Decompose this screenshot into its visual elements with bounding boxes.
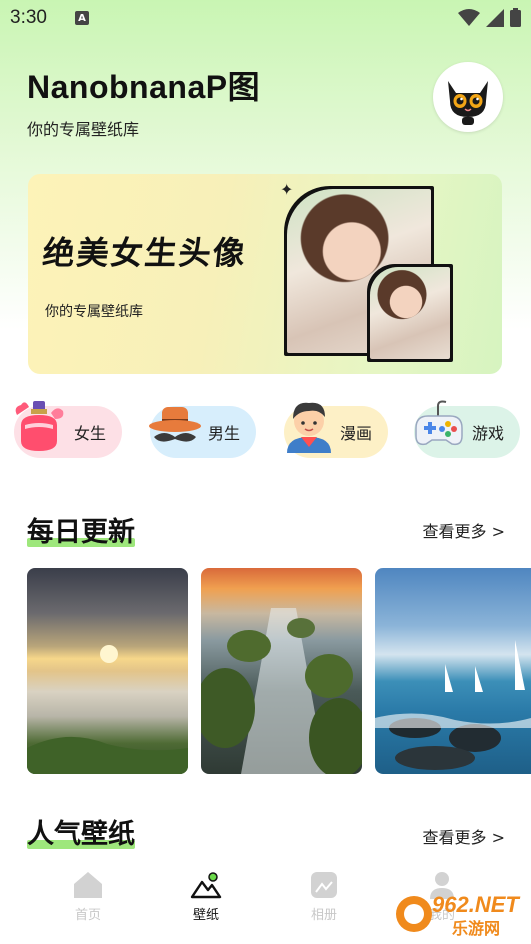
- app-title: NanobnanaP图: [27, 69, 261, 105]
- status-time: 3:30: [10, 7, 47, 28]
- cellular-signal-icon: [486, 8, 504, 27]
- home-icon: [74, 872, 102, 898]
- daily-update-see-more[interactable]: 查看更多 >: [423, 518, 506, 542]
- category-female[interactable]: 女生: [14, 401, 122, 458]
- app-subtitle: 你的专属壁纸库: [27, 120, 140, 139]
- popular-see-more[interactable]: 查看更多 >: [423, 824, 506, 848]
- gamepad-icon: [408, 394, 470, 456]
- battery-icon: [510, 8, 521, 27]
- daily-update-title: 每日更新: [27, 517, 135, 548]
- mountain-picture-icon: [190, 872, 222, 899]
- nav-home[interactable]: 首页: [48, 870, 128, 923]
- wallpaper-thumb-rocky-coast[interactable]: [201, 568, 362, 774]
- cartoon-boy-icon: [278, 394, 340, 456]
- nav-label: 首页: [74, 908, 101, 923]
- site-watermark: 962.NET 乐游网: [392, 888, 530, 940]
- watermark-text: 962.NET: [432, 892, 520, 917]
- category-male[interactable]: 男生: [149, 406, 256, 458]
- nav-label: 壁纸: [192, 908, 219, 923]
- wallpaper-thumb-sunset-clouds[interactable]: [27, 568, 188, 774]
- promo-banner[interactable]: 绝美女生头像 你的专属壁纸库 ✦: [28, 174, 502, 374]
- sparkle-icon: ✦: [280, 180, 294, 199]
- album-icon: [311, 872, 337, 898]
- nav-label: 相册: [310, 908, 337, 923]
- status-bar: 3:30 A: [0, 0, 531, 36]
- popular-wallpapers-title: 人气壁纸: [27, 819, 135, 850]
- perfume-bottle-icon: [8, 394, 70, 456]
- nav-wallpaper[interactable]: 壁纸: [166, 870, 246, 923]
- wifi-icon: [458, 8, 480, 26]
- nav-album[interactable]: 相册: [284, 870, 364, 923]
- category-label: 漫画: [339, 424, 372, 443]
- banner-subtitle: 你的专属壁纸库: [45, 304, 143, 320]
- category-label: 游戏: [471, 424, 504, 443]
- avatar[interactable]: [433, 62, 503, 132]
- category-comic[interactable]: 漫画: [284, 402, 388, 458]
- black-cat-icon: [448, 81, 488, 125]
- watermark-subtext: 乐游网: [452, 919, 500, 938]
- category-label: 女生: [73, 424, 106, 443]
- category-label: 男生: [207, 424, 240, 443]
- wallpaper-thumb-sailboats[interactable]: [375, 568, 531, 774]
- category-game[interactable]: 游戏: [414, 400, 520, 458]
- banner-title: 绝美女生头像: [40, 234, 249, 272]
- notification-icon: A: [74, 11, 89, 25]
- hat-mustache-icon: [144, 394, 206, 456]
- banner-photo-small: [367, 264, 453, 362]
- status-icons: [458, 8, 521, 27]
